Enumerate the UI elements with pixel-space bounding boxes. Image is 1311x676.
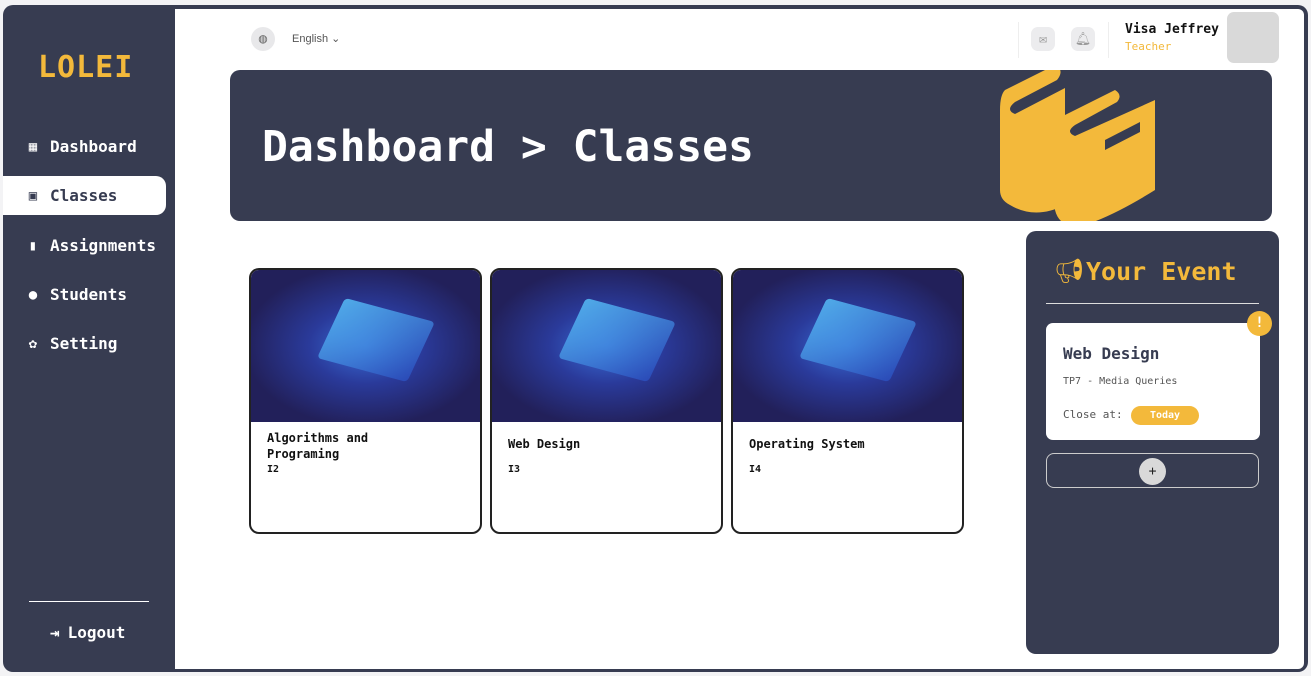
class-card[interactable]: Web Design I3 xyxy=(490,268,723,534)
close-badge: Today xyxy=(1131,406,1199,425)
plus-icon: + xyxy=(1139,458,1166,485)
megaphone-icon: 📢︎ xyxy=(1054,257,1085,285)
class-image xyxy=(251,270,480,422)
mail-icon[interactable]: ✉ xyxy=(1031,27,1055,51)
gear-icon: ✿ xyxy=(28,335,38,352)
sidebar-item-classes[interactable]: ▣ Classes xyxy=(3,176,166,215)
page-banner: Dashboard > Classes xyxy=(230,70,1272,221)
class-name: Web Design xyxy=(508,437,581,451)
sidebar-item-label: Setting xyxy=(50,334,118,353)
user-role: Teacher xyxy=(1125,40,1172,53)
divider xyxy=(1046,303,1259,304)
sidebar-divider xyxy=(29,601,149,602)
logout-icon: ⇥ xyxy=(50,623,60,642)
sidebar-item-label: Classes xyxy=(50,186,118,205)
globe-icon: ◍ xyxy=(251,27,275,51)
backpack-icon: ▣ xyxy=(28,187,38,204)
sidebar-item-students[interactable]: ● Students xyxy=(3,275,166,314)
class-name: Algorithms and Programing xyxy=(267,431,369,461)
class-card[interactable]: Operating System I4 xyxy=(731,268,964,534)
event-name: Web Design xyxy=(1063,344,1160,363)
add-event-button[interactable]: + xyxy=(1046,453,1259,488)
events-panel: 📢︎ Your Event Web Design TP7 - Media Que… xyxy=(1026,231,1279,654)
users-icon: ● xyxy=(28,286,38,303)
divider xyxy=(1108,22,1109,58)
class-card[interactable]: Algorithms and Programing I2 xyxy=(249,268,482,534)
books-icon xyxy=(1000,70,1155,221)
logout-label: Logout xyxy=(67,623,126,642)
logo: LOLEI xyxy=(38,50,134,85)
avatar[interactable] xyxy=(1227,12,1279,63)
class-name: Operating System xyxy=(749,437,865,451)
sidebar-item-label: Students xyxy=(50,285,128,304)
file-icon: ▮ xyxy=(28,237,38,254)
alert-icon: ! xyxy=(1247,311,1272,336)
dashboard-icon: ▦ xyxy=(28,138,38,155)
class-code: I3 xyxy=(508,464,521,475)
language-label: English xyxy=(292,33,329,45)
close-label: Close at: xyxy=(1063,408,1123,421)
logout-button[interactable]: ⇥ Logout xyxy=(50,623,125,642)
divider xyxy=(1018,22,1019,58)
sidebar-item-dashboard[interactable]: ▦ Dashboard xyxy=(3,127,166,166)
events-title: Your Event xyxy=(1086,257,1237,286)
user-name: Visa Jeffrey xyxy=(1125,22,1219,37)
event-subtitle: TP7 - Media Queries xyxy=(1063,376,1178,387)
page-title: Dashboard > Classes xyxy=(262,122,754,172)
sidebar-item-label: Assignments xyxy=(50,236,156,255)
bell-icon[interactable]: 🔔︎ xyxy=(1071,27,1095,51)
event-card[interactable]: Web Design TP7 - Media Queries Close at:… xyxy=(1046,323,1260,440)
class-code: I2 xyxy=(267,464,280,475)
chevron-down-icon: ⌄ xyxy=(331,33,341,45)
sidebar-item-setting[interactable]: ✿ Setting xyxy=(3,324,166,363)
class-image xyxy=(492,270,721,422)
class-image xyxy=(733,270,962,422)
language-select[interactable]: English ⌄ xyxy=(292,32,340,45)
sidebar-item-label: Dashboard xyxy=(50,137,137,156)
class-code: I4 xyxy=(749,464,762,475)
sidebar-item-assignments[interactable]: ▮ Assignments xyxy=(3,226,166,265)
